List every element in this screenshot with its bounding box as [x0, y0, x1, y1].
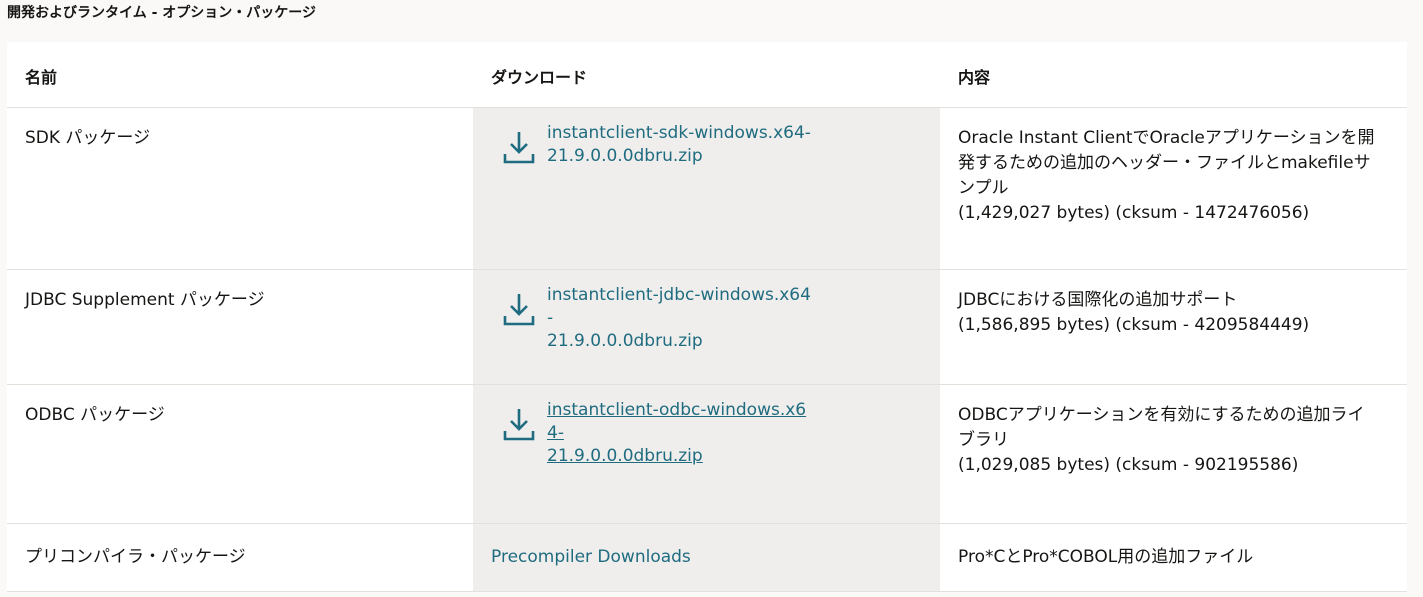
header-description: 内容 — [958, 68, 991, 87]
package-name: ODBC パッケージ — [25, 405, 165, 425]
table-row: JDBC Supplement パッケージ instantclient-jdbc… — [7, 270, 1407, 385]
file-info: (1,586,895 bytes) (cksum - 4209584449) — [958, 315, 1310, 335]
description-line: Oracle Instant ClientでOracleアプリケーションを開 — [958, 128, 1375, 148]
description-line: Pro*CとPro*COBOL用の追加ファイル — [958, 547, 1254, 567]
download-icon[interactable] — [503, 407, 535, 441]
package-name: SDK パッケージ — [25, 128, 151, 148]
description-cell: Pro*CとPro*COBOL用の追加ファイル — [940, 524, 1407, 591]
download-link-line: 21.9.0.0.0dbru.zip — [547, 331, 703, 351]
download-link-sdk[interactable]: instantclient-sdk-windows.x64- 21.9.0.0.0… — [547, 122, 812, 168]
package-name: プリコンパイラ・パッケージ — [25, 547, 246, 567]
table-row: プリコンパイラ・パッケージ Precompiler Downloads Pro*… — [7, 524, 1407, 592]
download-icon[interactable] — [503, 292, 535, 326]
download-cell: Precompiler Downloads — [473, 524, 940, 591]
description-cell: JDBCにおける国際化の追加サポート (1,586,895 bytes) (ck… — [940, 270, 1407, 384]
download-link-line: instantclient-sdk-windows.x64- — [547, 123, 811, 143]
download-link-line: instantclient-odbc-windows.x64- — [547, 400, 807, 443]
table-row: SDK パッケージ instantclient-sdk-windows.x64-… — [7, 108, 1407, 270]
description-line: ンプル — [958, 178, 1009, 198]
downloads-table: 名前 ダウンロード 内容 SDK パッケージ instantclient-sdk… — [7, 42, 1407, 592]
description-line: ブラリ — [958, 430, 1009, 450]
description-line: ODBCアプリケーションを有効にするための追加ライ — [958, 405, 1365, 425]
download-link-jdbc[interactable]: instantclient-jdbc-windows.x64- 21.9.0.0.… — [547, 284, 812, 353]
download-link-line: instantclient-jdbc-windows.x64- — [547, 285, 811, 328]
download-icon[interactable] — [503, 130, 535, 164]
download-cell: instantclient-jdbc-windows.x64- 21.9.0.0.… — [473, 270, 940, 384]
download-cell: instantclient-sdk-windows.x64- 21.9.0.0.0… — [473, 108, 940, 269]
description-cell: Oracle Instant ClientでOracleアプリケーションを開 発… — [940, 108, 1407, 269]
download-link-line: 21.9.0.0.0dbru.zip — [547, 146, 703, 166]
file-info: (1,429,027 bytes) (cksum - 1472476056) — [958, 203, 1310, 223]
table-header: 名前 ダウンロード 内容 — [7, 42, 1407, 108]
header-download: ダウンロード — [491, 68, 588, 87]
description-line: JDBCにおける国際化の追加サポート — [958, 290, 1238, 310]
package-name: JDBC Supplement パッケージ — [25, 290, 265, 310]
precompiler-downloads-link[interactable]: Precompiler Downloads — [491, 547, 691, 567]
header-name: 名前 — [25, 68, 58, 87]
file-info: (1,029,085 bytes) (cksum - 902195586) — [958, 455, 1299, 475]
download-link-odbc[interactable]: instantclient-odbc-windows.x64- 21.9.0.0.… — [547, 399, 812, 468]
section-title: 開発およびランタイム - オプション・パッケージ — [7, 5, 316, 21]
table-row: ODBC パッケージ instantclient-odbc-windows.x6… — [7, 385, 1407, 524]
description-cell: ODBCアプリケーションを有効にするための追加ライ ブラリ (1,029,085… — [940, 385, 1407, 523]
description-line: 発するための追加のヘッダー・ファイルとmakefileサ — [958, 153, 1371, 173]
download-cell: instantclient-odbc-windows.x64- 21.9.0.0.… — [473, 385, 940, 523]
download-link-line: 21.9.0.0.0dbru.zip — [547, 446, 703, 466]
